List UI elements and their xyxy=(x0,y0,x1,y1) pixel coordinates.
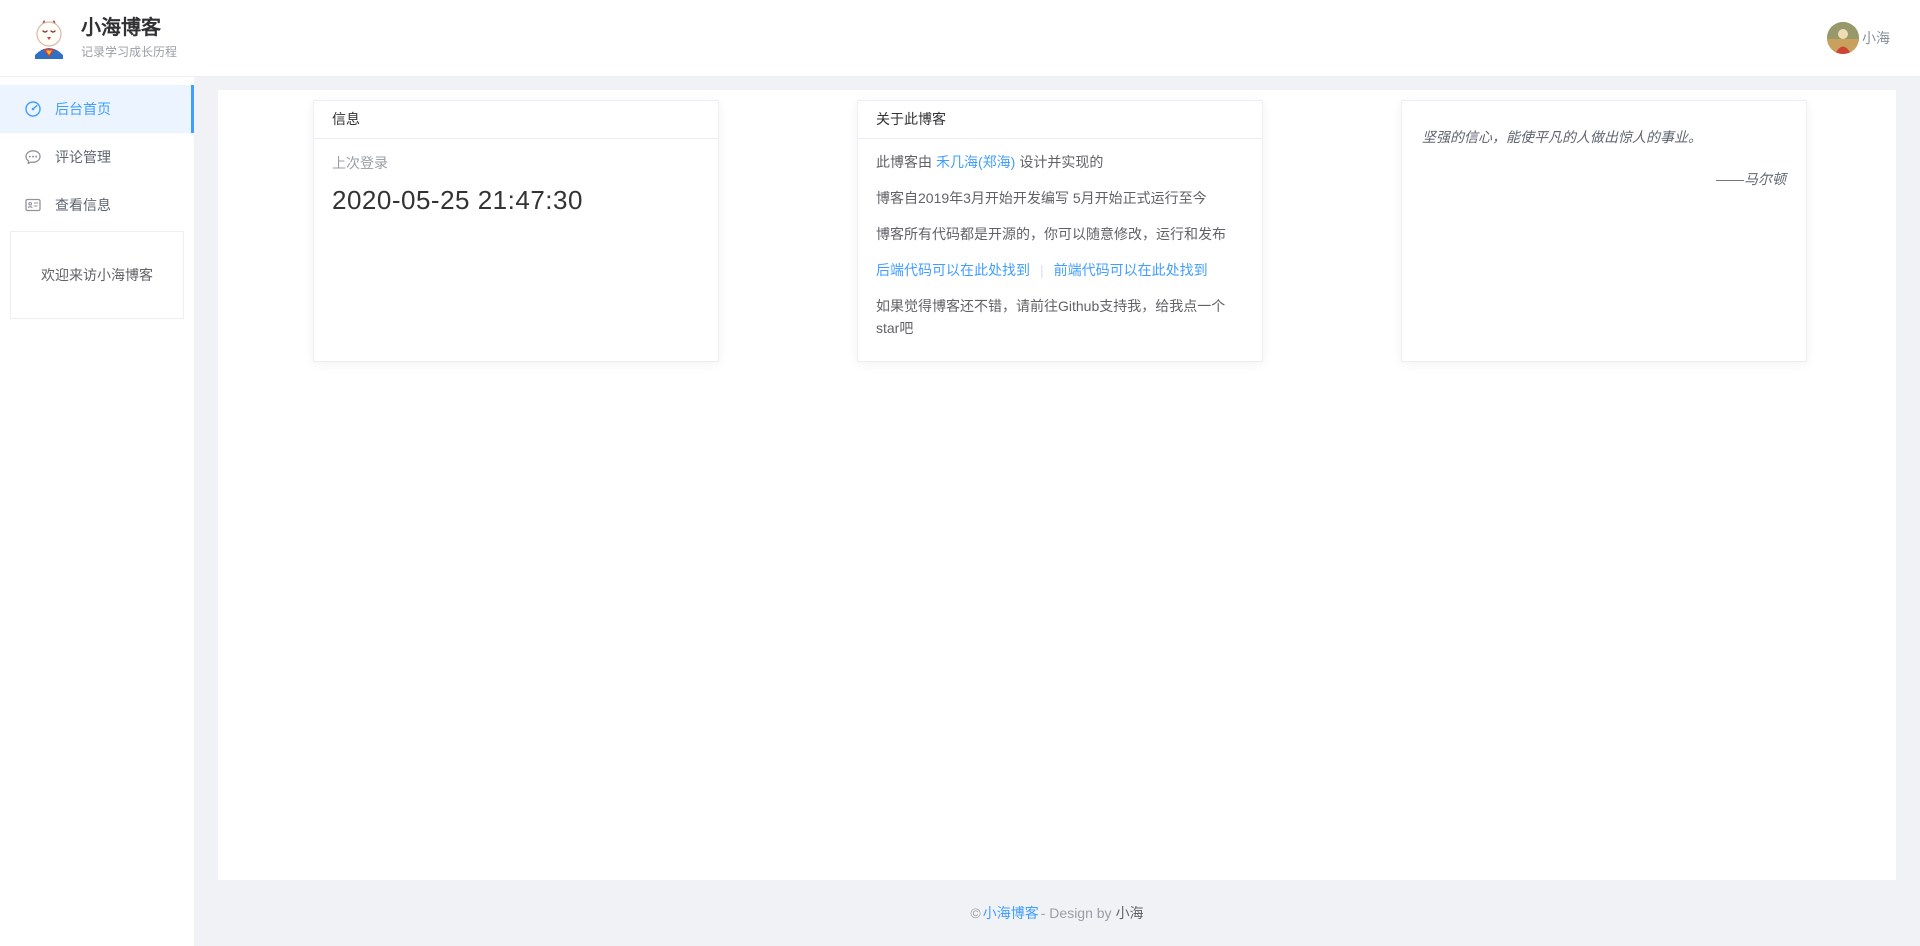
user-menu[interactable]: 小海 xyxy=(1827,22,1890,54)
info-card-title: 信息 xyxy=(314,101,718,139)
site-identity: 小海博客 记录学习成长历程 xyxy=(81,16,177,60)
about-line-star: 如果觉得博客还不错，请前往Github支持我，给我点一个star吧 xyxy=(876,295,1244,339)
quote-text: 坚强的信心，能使平凡的人做出惊人的事业。 xyxy=(1422,127,1786,147)
top-header: 小海博客 记录学习成长历程 小海 xyxy=(0,0,1920,77)
sidebar: 后台首页 评论管理 查看信息 xyxy=(0,77,194,946)
about-line-links: 后端代码可以在此处找到 | 前端代码可以在此处找到 xyxy=(876,259,1244,281)
quote-author: ——马尔顿 xyxy=(1422,169,1786,189)
footer-designer: 小海 xyxy=(1116,903,1144,923)
backend-code-link[interactable]: 后端代码可以在此处找到 xyxy=(876,262,1030,278)
copyright-symbol: © xyxy=(970,905,980,921)
about-line-author: 此博客由禾几海(郑海)设计并实现的 xyxy=(876,151,1244,173)
welcome-box: 欢迎来访小海博客 xyxy=(10,231,184,319)
about-card: 关于此博客 此博客由禾几海(郑海)设计并实现的 博客自2019年3月开始开发编写… xyxy=(857,100,1263,362)
page-footer: © 小海博客 - Design by 小海 xyxy=(218,880,1896,946)
site-logo-icon xyxy=(30,17,68,59)
about-line-history: 博客自2019年3月开始开发编写 5月开始正式运行至今 xyxy=(876,187,1244,209)
idcard-icon xyxy=(24,196,42,214)
user-avatar xyxy=(1827,22,1859,54)
sidebar-item-dashboard[interactable]: 后台首页 xyxy=(0,85,194,133)
sidebar-item-label: 后台首页 xyxy=(55,99,111,119)
about-card-title: 关于此博客 xyxy=(858,101,1262,139)
content-panel: 信息 上次登录 2020-05-25 21:47:30 关于此博客 此博客由禾几… xyxy=(218,90,1896,880)
site-title: 小海博客 xyxy=(81,16,177,40)
footer-site-link[interactable]: 小海博客 xyxy=(983,903,1039,923)
quote-card: 坚强的信心，能使平凡的人做出惊人的事业。 ——马尔顿 xyxy=(1401,100,1807,362)
footer-middle-text: - Design by xyxy=(1041,905,1112,921)
last-login-time: 2020-05-25 21:47:30 xyxy=(332,185,700,216)
welcome-text: 欢迎来访小海博客 xyxy=(41,265,153,285)
username-label: 小海 xyxy=(1862,28,1890,48)
comments-icon xyxy=(24,148,42,166)
site-subtitle: 记录学习成长历程 xyxy=(81,43,177,60)
last-login-label: 上次登录 xyxy=(332,153,700,173)
cards-row: 信息 上次登录 2020-05-25 21:47:30 关于此博客 此博客由禾几… xyxy=(218,90,1896,362)
info-card: 信息 上次登录 2020-05-25 21:47:30 xyxy=(313,100,719,362)
dashboard-icon xyxy=(24,100,42,118)
frontend-code-link[interactable]: 前端代码可以在此处找到 xyxy=(1054,262,1208,278)
sidebar-item-view-info[interactable]: 查看信息 xyxy=(0,181,194,229)
link-divider: | xyxy=(1040,262,1044,278)
sidebar-item-label: 查看信息 xyxy=(55,195,111,215)
sidebar-item-label: 评论管理 xyxy=(55,147,111,167)
about-line-opensource: 博客所有代码都是开源的，你可以随意修改，运行和发布 xyxy=(876,223,1244,245)
author-link[interactable]: 禾几海(郑海) xyxy=(936,154,1015,170)
sidebar-item-comments[interactable]: 评论管理 xyxy=(0,133,194,181)
main-region: 信息 上次登录 2020-05-25 21:47:30 关于此博客 此博客由禾几… xyxy=(194,77,1920,946)
